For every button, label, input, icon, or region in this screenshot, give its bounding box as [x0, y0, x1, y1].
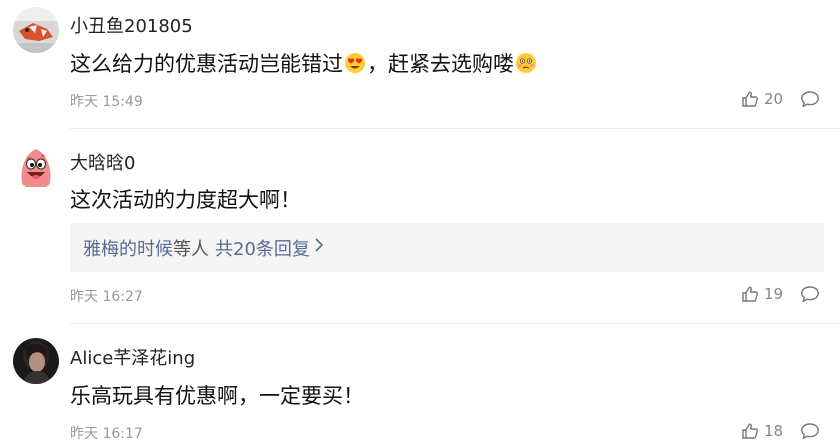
comment-time: 昨天 16:17 [70, 426, 143, 442]
divider [70, 128, 840, 129]
reply-comment-icon[interactable] [800, 422, 820, 444]
thumbs-up-icon [742, 286, 758, 302]
avatar[interactable] [13, 7, 59, 53]
avatar-image [13, 338, 59, 384]
heart-eyes-emoji-icon [344, 52, 366, 74]
flushed-face-emoji-icon [515, 52, 537, 74]
comment-time: 昨天 16:27 [70, 289, 143, 305]
thumbs-up-icon [742, 423, 758, 439]
like-count: 19 [764, 285, 784, 303]
reply-comment-icon[interactable] [800, 90, 820, 112]
divider [70, 323, 840, 324]
comment-text-part1: 这么给力的优惠活动岂能错过 [70, 52, 343, 76]
comment-time: 昨天 15:49 [70, 94, 143, 110]
username[interactable]: 大晗晗0 [70, 149, 135, 175]
like-count: 18 [764, 422, 784, 440]
comment-text: 这次活动的力度超大啊！ [70, 188, 301, 212]
reply-users-link[interactable]: 雅梅的时候 [83, 235, 173, 261]
comment-text-part2: ，赶紧去选购喽 [367, 52, 514, 76]
like-button[interactable]: 18 [741, 422, 783, 440]
thumbs-up-icon [742, 91, 758, 107]
reply-comment-icon[interactable] [800, 285, 820, 307]
like-button[interactable]: 19 [741, 285, 783, 303]
avatar-image [13, 143, 59, 189]
reply-summary[interactable]: 雅梅的时候 等人 共20条回复 [70, 223, 824, 272]
username[interactable]: 小丑鱼201805 [70, 12, 193, 38]
chevron-right-icon [314, 237, 324, 258]
like-button[interactable]: 20 [741, 90, 783, 108]
avatar[interactable] [13, 338, 59, 384]
reply-count-link[interactable]: 共20条回复 [215, 235, 310, 261]
username[interactable]: Alice芊泽花ing [70, 344, 195, 370]
avatar-image [13, 7, 59, 53]
like-count: 20 [764, 90, 784, 108]
reply-middle-text: 等人 [173, 238, 209, 260]
comment-text: 乐高玩具有优惠啊，一定要买！ [70, 384, 364, 408]
comment-text: 这么给力的优惠活动岂能错过 ，赶紧去选购喽 [70, 48, 538, 78]
avatar[interactable] [13, 143, 59, 189]
